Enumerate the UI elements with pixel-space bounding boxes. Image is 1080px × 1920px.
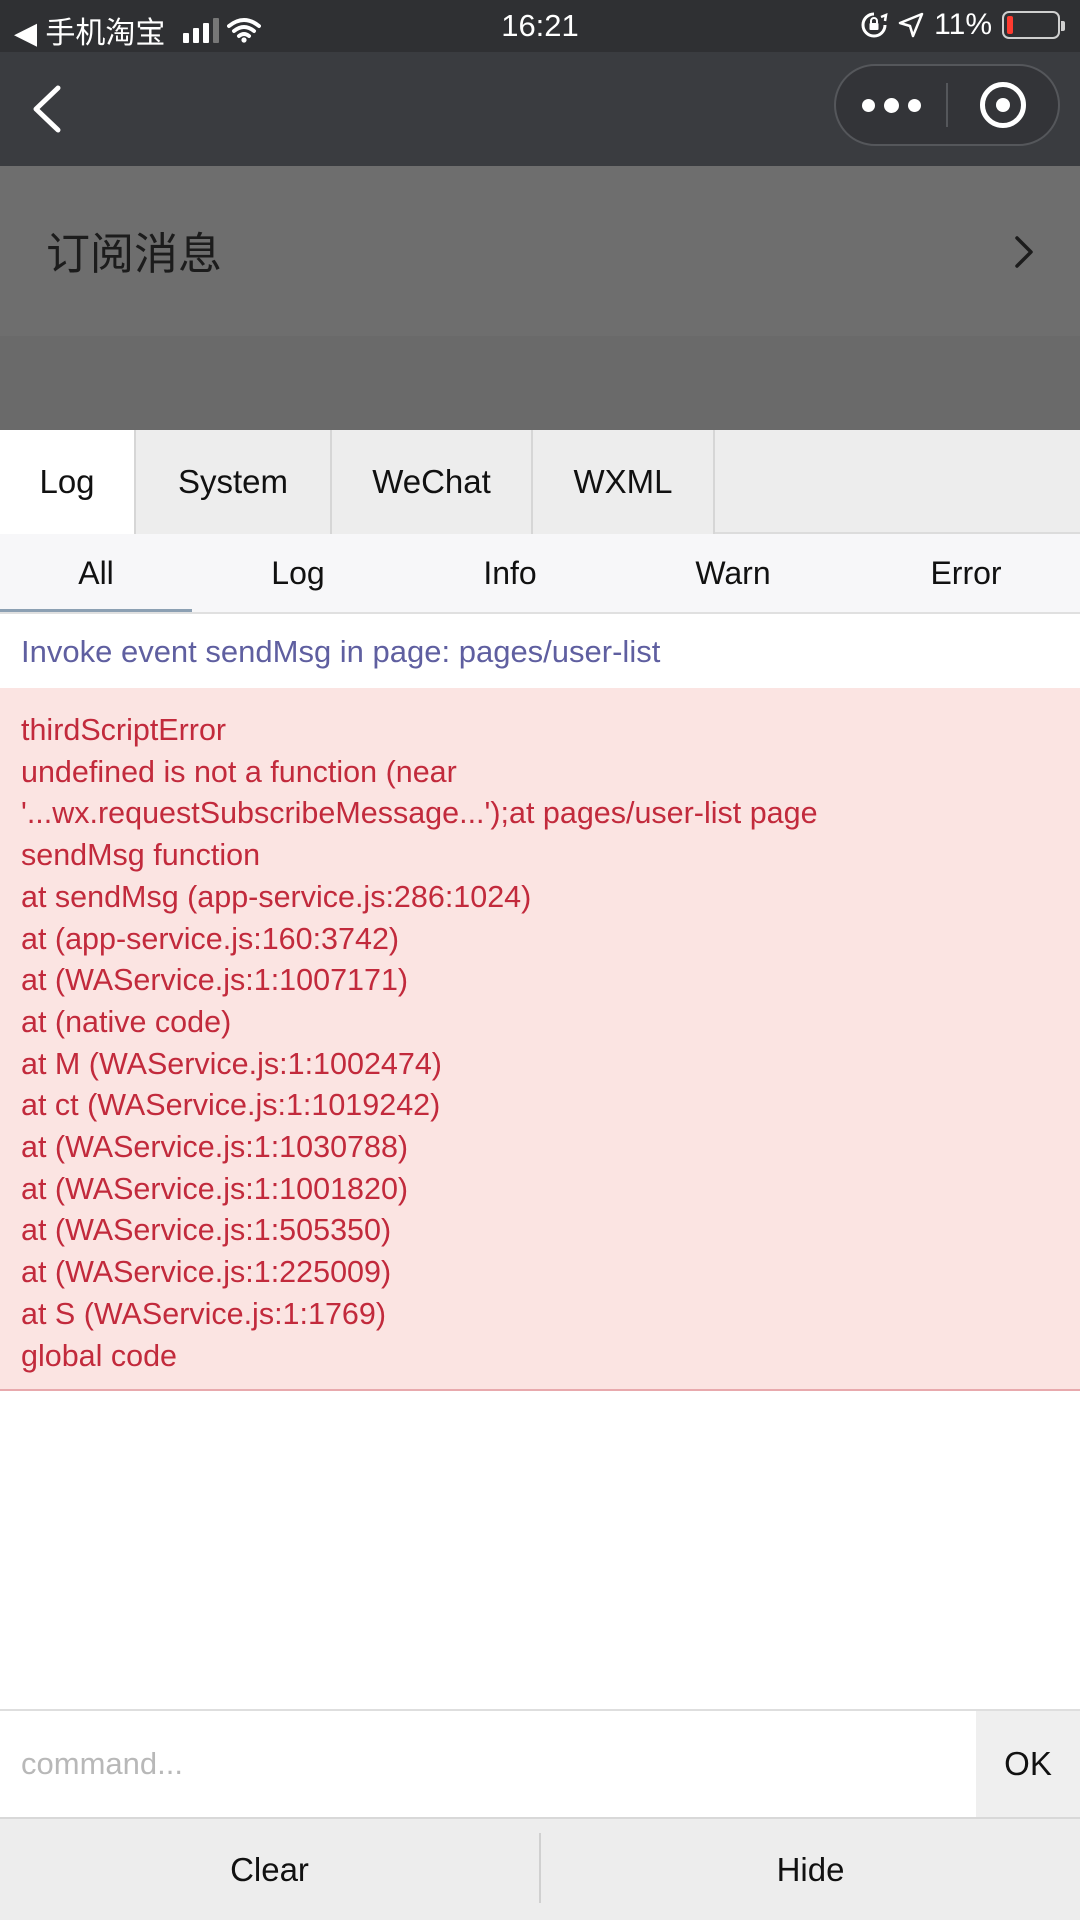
more-dots-icon[interactable] — [836, 66, 946, 144]
tab-wechat[interactable]: WeChat — [332, 430, 533, 534]
tab-system[interactable]: System — [136, 430, 332, 534]
filter-error[interactable]: Error — [866, 534, 1066, 612]
command-bar: OK — [0, 1709, 1080, 1817]
log-empty-area — [0, 1391, 1080, 1709]
error-line: '...wx.requestSubscribeMessage...');at p… — [21, 796, 818, 831]
battery-icon — [1002, 11, 1065, 39]
error-line: at S (WAService.js:1:1769) — [21, 1296, 387, 1331]
command-input[interactable] — [0, 1711, 976, 1817]
error-line: at ct (WAService.js:1:1019242) — [21, 1088, 441, 1123]
page-background: 订阅消息 — [0, 166, 1080, 430]
error-line: undefined is not a function (near — [21, 754, 457, 789]
row-title: 订阅消息 — [46, 229, 222, 280]
capsule-menu — [834, 64, 1060, 146]
console-tabs: Log System WeChat WXML — [0, 430, 1080, 534]
bottom-action-bar: Clear Hide — [0, 1817, 1080, 1920]
clear-button[interactable]: Clear — [0, 1819, 539, 1920]
error-line: at (WAService.js:1:1007171) — [21, 963, 409, 998]
error-line: at M (WAService.js:1:1002474) — [21, 1046, 442, 1081]
error-line: global code — [21, 1338, 178, 1373]
ok-button[interactable]: OK — [976, 1711, 1080, 1817]
chevron-right-icon — [1015, 236, 1033, 268]
status-right: 11% — [860, 8, 1065, 42]
battery-percent: 11% — [934, 8, 992, 41]
filter-warn[interactable]: Warn — [633, 534, 833, 612]
rotation-lock-icon — [861, 12, 888, 38]
status-bar: ◀ 手机淘宝 16:21 11% — [0, 0, 1080, 52]
log-filter-bar: All Log Info Warn Error — [0, 534, 1080, 614]
filter-log[interactable]: Log — [200, 534, 396, 612]
close-miniprogram-button[interactable] — [948, 66, 1058, 144]
location-arrow-icon — [898, 12, 924, 38]
subscribe-message-row[interactable]: 订阅消息 — [0, 166, 1080, 336]
chevron-left-icon[interactable] — [24, 84, 74, 134]
error-line: at (native code) — [21, 1004, 232, 1039]
log-entry-error: thirdScriptError undefined is not a funct… — [0, 688, 1080, 1391]
error-line: thirdScriptError — [21, 713, 227, 747]
log-entry-info: Invoke event sendMsg in page: pages/user… — [0, 614, 1080, 688]
error-line: at (app-service.js:160:3742) — [21, 921, 400, 956]
error-line: at (WAService.js:1:505350) — [21, 1213, 392, 1248]
hide-button[interactable]: Hide — [541, 1819, 1080, 1920]
nav-bar — [0, 52, 1080, 166]
error-line: at sendMsg (app-service.js:286:1024) — [21, 879, 532, 914]
tab-log[interactable]: Log — [0, 430, 136, 534]
error-line: at (WAService.js:1:225009) — [21, 1255, 392, 1290]
error-line: sendMsg function — [21, 838, 261, 873]
target-circle-icon — [980, 82, 1026, 128]
filter-info[interactable]: Info — [410, 534, 610, 612]
filter-all[interactable]: All — [0, 534, 192, 612]
error-line: at (WAService.js:1:1001820) — [21, 1171, 409, 1206]
tab-wxml[interactable]: WXML — [533, 430, 715, 534]
error-line: at (WAService.js:1:1030788) — [21, 1130, 409, 1165]
